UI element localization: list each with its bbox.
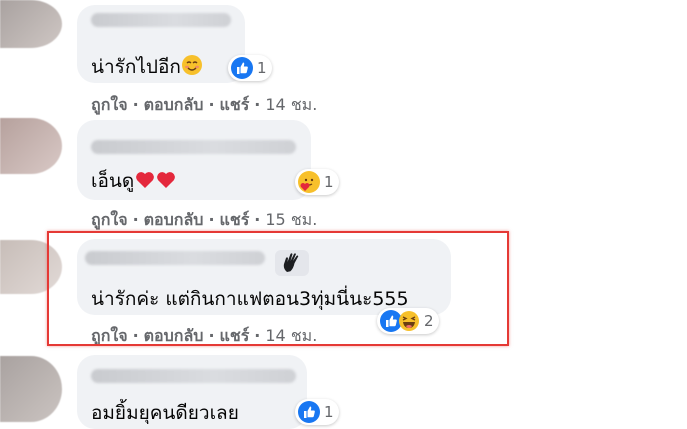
avatar[interactable] (0, 356, 62, 422)
like-icon (231, 57, 253, 79)
reaction-count: 2 (424, 312, 434, 330)
reaction-summary[interactable]: 1 (295, 399, 339, 425)
avatar[interactable] (0, 240, 62, 294)
care-icon (298, 171, 320, 193)
comment-text: น่ารักไปอีก (91, 52, 203, 82)
like-action[interactable]: ถูกใจ (91, 210, 128, 229)
like-action[interactable]: ถูกใจ (91, 326, 128, 345)
share-action[interactable]: แชร์ (220, 326, 250, 345)
reaction-summary[interactable]: 1 (295, 169, 339, 195)
commenter-name-redacted[interactable] (91, 13, 231, 27)
like-action[interactable]: ถูกใจ (91, 95, 128, 114)
avatar[interactable] (0, 0, 62, 48)
comment-actions: ถูกใจ · ตอบกลับ · แชร์ · 15 ชม. (91, 210, 318, 229)
reply-action[interactable]: ตอบกลับ (144, 326, 204, 345)
timestamp[interactable]: 15 ชม. (265, 210, 317, 229)
reaction-summary[interactable]: 1 (228, 55, 272, 81)
share-action[interactable]: แชร์ (220, 95, 250, 114)
waving-hand-icon[interactable] (275, 250, 309, 276)
reply-action[interactable]: ตอบกลับ (144, 95, 204, 114)
smiling-face-icon (181, 54, 203, 81)
reaction-count: 1 (324, 403, 334, 421)
commenter-name-redacted[interactable] (91, 140, 296, 154)
reaction-summary[interactable]: 2 (377, 308, 439, 334)
comment-text: เอ็นดู (91, 166, 176, 196)
comment-text: อมยิ้มยุคนดียวเลย (91, 402, 239, 424)
timestamp[interactable]: 14 ชม. (265, 326, 317, 345)
reaction-count: 1 (324, 173, 334, 191)
red-heart-icon (157, 172, 176, 188)
like-icon (298, 401, 320, 423)
avatar[interactable] (0, 118, 62, 174)
share-action[interactable]: แชร์ (220, 210, 250, 229)
reply-action[interactable]: ตอบกลับ (144, 210, 204, 229)
red-heart-icon (136, 172, 155, 188)
commenter-name-redacted[interactable] (91, 369, 296, 383)
timestamp[interactable]: 14 ชม. (265, 95, 317, 114)
comment-actions: ถูกใจ · ตอบกลับ · แชร์ · 14 ชม. (91, 326, 318, 345)
reaction-count: 1 (257, 59, 267, 77)
commenter-name-redacted[interactable] (85, 251, 265, 265)
comment-text: น่ารักค่ะ แต่กินกาแฟตอน3ทุ่มนี่นะ555 (91, 288, 409, 310)
comment-actions: ถูกใจ · ตอบกลับ · แชร์ · 14 ชม. (91, 95, 318, 114)
haha-icon (398, 310, 420, 332)
